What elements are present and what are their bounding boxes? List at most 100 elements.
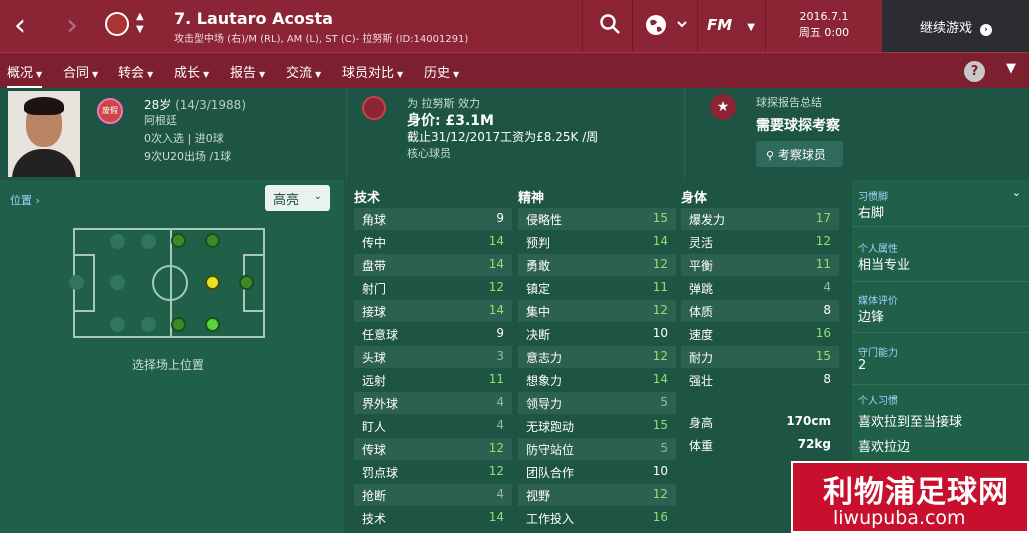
attribute-row[interactable]: 传中 14 [354,231,512,253]
back-button[interactable]: ‹ [14,8,50,44]
nationality[interactable]: 阿根廷 [144,112,177,128]
current-day-time: 周五 0:00 [798,26,850,39]
position-dot[interactable] [141,234,156,249]
position-dot[interactable] [110,234,125,249]
attribute-row[interactable]: 盘带 14 [354,254,512,276]
attribute-name: 盘带 [362,259,387,273]
attribute-row[interactable]: 平衡 11 [681,254,839,276]
attribute-row[interactable]: 速度 16 [681,323,839,345]
position-dot[interactable] [205,275,220,290]
position-link[interactable]: 位置 › [10,192,40,208]
attribute-row[interactable]: 无球跑动 15 [518,415,676,437]
tab-history[interactable]: 历史 ▼ [424,62,459,81]
attribute-row[interactable]: 灵活 12 [681,231,839,253]
attribute-name: 界外球 [362,397,399,411]
position-dot[interactable] [171,233,186,248]
attribute-row[interactable]: 技术 14 [354,507,512,529]
tab-development[interactable]: 成长 ▼ [174,62,209,81]
site-watermark: 利物浦足球网 liwupuba.com [791,461,1029,533]
search-icon: ⚲ [766,149,775,162]
more-button[interactable]: ▼ [1006,61,1016,76]
attribute-row[interactable]: 抢断 4 [354,484,512,506]
continue-button[interactable]: 继续游戏 › [882,0,1029,52]
player-title: 7. Lautaro Acosta [174,9,333,28]
tab-transfer[interactable]: 转会 ▼ [118,62,153,81]
info-name: 体重 [689,439,714,453]
attribute-row[interactable]: 团队合作 10 [518,461,676,483]
attribute-row[interactable]: 任意球 9 [354,323,512,345]
globe-menu-button[interactable] [644,12,688,40]
attribute-row[interactable]: 盯人 4 [354,415,512,437]
position-dot[interactable] [239,275,254,290]
attribute-row[interactable]: 侵略性 15 [518,208,676,230]
highlight-dropdown[interactable]: 高亮 ⌄ [265,185,330,211]
attribute-row[interactable]: 意志力 12 [518,346,676,368]
position-dot[interactable] [205,317,220,332]
attribute-row[interactable]: 预判 14 [518,231,676,253]
pitch-diagram[interactable] [69,228,265,338]
position-dot[interactable] [110,317,125,332]
tab-contract[interactable]: 合同 ▼ [63,62,98,81]
attribute-row[interactable]: 罚点球 12 [354,461,512,483]
help-button[interactable]: ? [964,61,985,82]
scout-player-button[interactable]: ⚲ 考察球员 [756,141,843,167]
attribute-row[interactable]: 体质 8 [681,300,839,322]
attribute-row[interactable]: 决断 10 [518,323,676,345]
attribute-row[interactable]: 集中 12 [518,300,676,322]
attribute-row[interactable]: 工作投入 16 [518,507,676,529]
attribute-row[interactable]: 勇敢 12 [518,254,676,276]
attribute-value: 12 [488,464,504,478]
attribute-name: 抢断 [362,489,387,503]
attribute-row[interactable]: 领导力 5 [518,392,676,414]
attribute-row[interactable]: 防守站位 5 [518,438,676,460]
attribute-value: 14 [652,234,668,248]
attribute-value: 11 [815,257,831,271]
attribute-value: 12 [815,234,831,248]
club-badge[interactable]: 废假 [97,98,123,124]
trait-value: 右脚 [858,206,885,221]
attribute-row[interactable]: 想象力 14 [518,369,676,391]
attribute-row[interactable]: 传球 12 [354,438,512,460]
current-date: 2016.7.1 [799,10,849,23]
attribute-row[interactable]: 远射 11 [354,369,512,391]
player-updown-icon[interactable]: ▲ ▼ [136,10,144,36]
attribute-row[interactable]: 界外球 4 [354,392,512,414]
fm-menu-button[interactable]: FM ▼ [707,15,755,43]
tab-interaction[interactable]: 交流 ▼ [286,62,321,81]
attribute-row[interactable]: 头球 3 [354,346,512,368]
chevron-down-icon[interactable]: ⌄ [1012,186,1021,199]
position-dot[interactable] [205,233,220,248]
trait-value: 边锋 [858,310,885,325]
tab-overview[interactable]: 概况 ▼ [7,62,43,89]
tab-reports[interactable]: 报告 ▼ [230,62,265,81]
attribute-row[interactable]: 弹跳 4 [681,277,839,299]
tab-compare[interactable]: 球员对比 ▼ [342,62,403,81]
attribute-name: 预判 [526,236,551,250]
attribute-row[interactable]: 角球 9 [354,208,512,230]
club-crest-icon[interactable] [105,12,129,36]
forward-button[interactable]: › [66,8,102,44]
position-dot[interactable] [69,275,84,290]
attribute-row[interactable]: 强壮 8 [681,369,839,391]
attribute-row[interactable]: 射门 12 [354,277,512,299]
attribute-row[interactable]: 接球 14 [354,300,512,322]
position-dot[interactable] [141,317,156,332]
attribute-row[interactable]: 视野 12 [518,484,676,506]
attribute-row[interactable]: 爆发力 17 [681,208,839,230]
attribute-name: 角球 [362,213,387,227]
attribute-row[interactable]: 耐力 15 [681,346,839,368]
chevron-down-icon: ▼ [36,70,43,79]
international-caps: 0次入选 | 进0球 [144,132,224,145]
position-dot[interactable] [171,317,186,332]
position-dot[interactable] [110,275,125,290]
info-value: 170cm [786,414,831,428]
squad-status: 核心球员 [407,147,451,160]
attribute-value: 8 [823,372,831,386]
chevron-down-icon: ⌄ [313,191,322,202]
divider [632,0,633,52]
date-display[interactable]: 2016.7.1 周五 0:00 [765,0,882,52]
tab-label: 球员对比 [342,66,395,81]
attribute-row[interactable]: 镇定 11 [518,277,676,299]
divider [697,0,698,52]
search-button[interactable] [598,12,622,40]
